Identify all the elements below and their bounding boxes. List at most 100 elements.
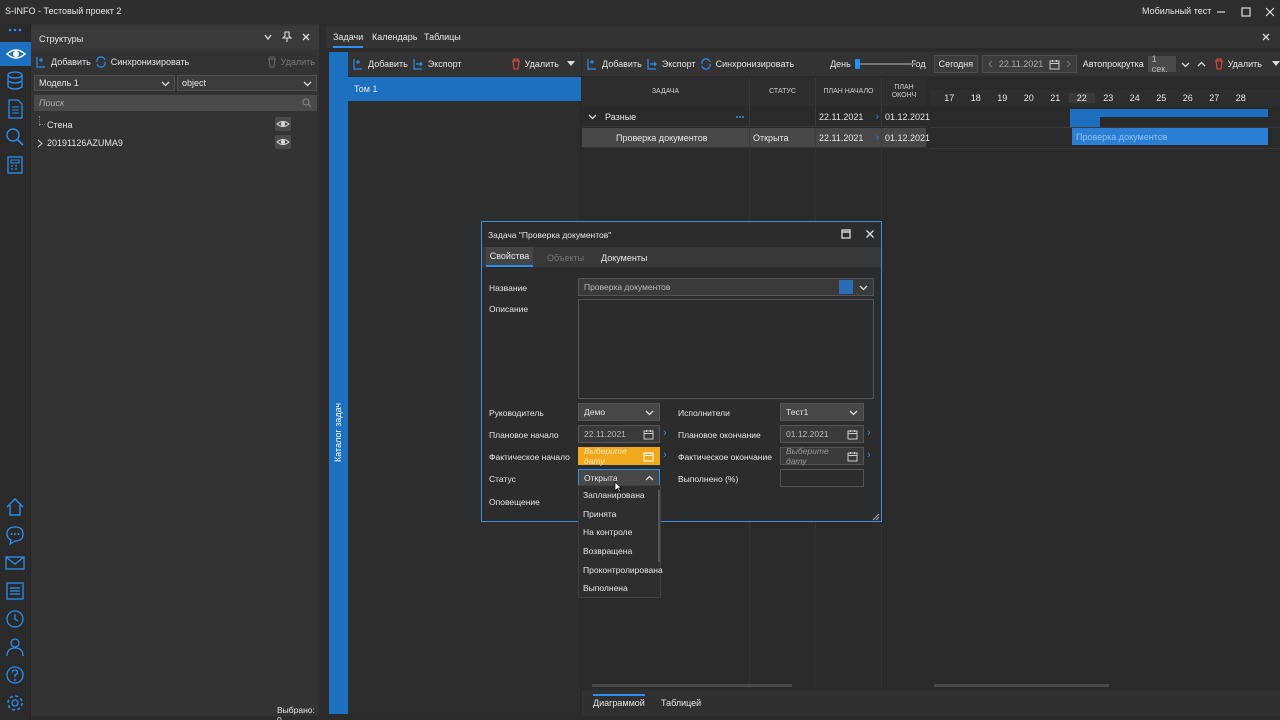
table-row[interactable]: Проверка документов Открыта 22.11.2021 ›… (582, 128, 930, 148)
status-option[interactable]: Принята (579, 505, 660, 524)
sync-button[interactable]: Синхронизировать (95, 56, 189, 68)
date-field[interactable]: 22.11.2021 (982, 55, 1077, 73)
description-field[interactable] (578, 299, 874, 399)
done-field[interactable] (780, 469, 864, 487)
help-icon[interactable] (4, 664, 26, 686)
delete-task-button[interactable]: Удалить (1214, 58, 1262, 70)
user-icon[interactable] (4, 636, 26, 658)
caret-down-icon[interactable] (1272, 61, 1280, 67)
calendar-icon[interactable] (643, 429, 654, 440)
today-button[interactable]: Сегодня (933, 55, 979, 73)
tab-tasks[interactable]: Задачи (333, 32, 364, 48)
task-bar[interactable]: Проверка документов (1072, 128, 1268, 145)
export-button[interactable]: Экспорт (412, 58, 462, 70)
close-tab-icon[interactable] (1261, 32, 1271, 42)
home-icon[interactable] (4, 496, 26, 518)
calendar-icon[interactable] (643, 451, 654, 462)
name-field[interactable]: Проверка документов (578, 278, 874, 296)
add-structure-button[interactable]: Добавить (35, 56, 91, 68)
status-option[interactable]: Возвращена (579, 542, 660, 561)
fact-end-field[interactable]: Выберите дату (780, 446, 864, 466)
horizontal-scrollbar[interactable] (934, 684, 1109, 687)
rail-view-item[interactable] (0, 42, 31, 66)
status-option[interactable]: На контроле (579, 523, 660, 542)
chevron-up-icon[interactable] (1197, 60, 1206, 69)
plan-start-field[interactable]: 22.11.2021 (578, 425, 660, 443)
model-select[interactable]: Модель 1 (34, 75, 175, 91)
delete-catalog-button[interactable]: Удалить (511, 58, 559, 70)
status-option[interactable]: Выполнена (579, 579, 660, 598)
timeline-days: 17 18 19 20 21 22 23 24 25 26 27 28 (930, 90, 1280, 106)
plan-start-label: Плановое начало (489, 430, 559, 440)
maximize-icon[interactable] (1239, 5, 1253, 19)
structures-search-input[interactable]: Поиск (34, 95, 317, 111)
search-icon[interactable] (4, 126, 26, 148)
more-icon[interactable] (735, 115, 745, 119)
tree-item[interactable]: 20191126AZUMA9 (36, 136, 123, 150)
chevron-left-icon[interactable] (987, 60, 993, 68)
add-catalog-button[interactable]: Добавить (352, 58, 408, 70)
status-option[interactable]: Проконтролирована (579, 560, 663, 579)
column-plan-start[interactable]: ПЛАН НАЧАЛО (816, 78, 882, 106)
color-swatch[interactable] (839, 280, 853, 294)
mail-icon[interactable] (4, 552, 26, 574)
done-label: Выполнено (%) (678, 474, 739, 484)
database-icon[interactable] (4, 70, 26, 92)
resize-grip-icon[interactable] (872, 513, 880, 521)
executors-select[interactable]: Тест1 (780, 403, 864, 421)
delete-structure-button[interactable]: Удалить (267, 56, 315, 68)
chevron-down-icon[interactable] (1181, 60, 1190, 69)
eye-icon[interactable] (275, 117, 291, 131)
catalog-item-selected[interactable]: Том 1 (348, 77, 581, 101)
column-plan-end[interactable]: ПЛАН ОКОНЧ (882, 78, 926, 106)
dialog-tab-properties[interactable]: Свойства (486, 247, 533, 267)
calculator-icon[interactable] (4, 154, 26, 176)
horizontal-scrollbar[interactable] (592, 684, 792, 687)
close-panel-icon[interactable] (301, 32, 311, 42)
list-icon[interactable] (4, 580, 26, 602)
document-icon[interactable] (4, 98, 26, 120)
eye-icon[interactable] (275, 135, 291, 149)
minimize-icon[interactable] (1214, 5, 1228, 19)
fact-start-field[interactable]: Выберите дату (578, 446, 660, 466)
settings-icon[interactable] (4, 692, 26, 714)
tab-tables[interactable]: Таблицы (424, 32, 461, 42)
calendar-icon[interactable] (847, 451, 858, 462)
chevron-down-icon[interactable] (588, 112, 597, 121)
chevron-right-icon[interactable] (1066, 60, 1072, 68)
scale-slider[interactable] (854, 58, 917, 70)
plan-end-field[interactable]: 01.12.2021 (780, 425, 864, 443)
dialog-tab-objects[interactable]: Объекты (547, 253, 584, 263)
column-status[interactable]: СТАТУС (750, 78, 816, 106)
close-dialog-icon[interactable] (865, 229, 875, 239)
close-window-icon[interactable] (1263, 5, 1277, 19)
caret-down-icon[interactable] (567, 61, 575, 67)
summary-bar[interactable] (1070, 109, 1268, 117)
chevron-right-icon[interactable] (36, 139, 44, 148)
tab-diagram[interactable]: Диаграммой (593, 694, 645, 712)
gantt-export-button[interactable]: Экспорт (646, 58, 696, 70)
tab-table[interactable]: Таблицей (661, 698, 701, 708)
task-catalog-strip[interactable]: Каталог задач (329, 52, 348, 714)
chevron-down-icon[interactable] (859, 283, 868, 292)
maximize-icon[interactable] (841, 229, 851, 239)
chevron-down-icon[interactable] (263, 32, 273, 42)
object-select[interactable]: object (177, 75, 317, 91)
calendar-icon[interactable] (847, 429, 858, 440)
user-name[interactable]: Мобильный тест (1142, 6, 1211, 16)
notify-label: Оповещение (489, 497, 540, 507)
clock-icon[interactable] (4, 608, 26, 630)
column-task[interactable]: ЗАДАЧА (582, 78, 750, 106)
more-icon[interactable] (7, 28, 23, 32)
dropdown-scrollbar[interactable] (658, 490, 660, 562)
tab-calendar[interactable]: Календарь (372, 32, 417, 42)
manager-select[interactable]: Демо (578, 403, 660, 421)
chat-icon[interactable] (4, 524, 26, 546)
table-row[interactable]: Разные 22.11.2021 › 01.12.2021 (582, 107, 930, 127)
dialog-tab-documents[interactable]: Документы (601, 253, 647, 263)
gantt-sync-button[interactable]: Синхронизировать (700, 58, 794, 70)
add-task-button[interactable]: Добавить (586, 58, 642, 70)
autoscroll-interval[interactable]: 1 сек. (1147, 54, 1176, 74)
tree-item[interactable]: Стена (47, 118, 73, 132)
pin-icon[interactable] (282, 31, 292, 43)
